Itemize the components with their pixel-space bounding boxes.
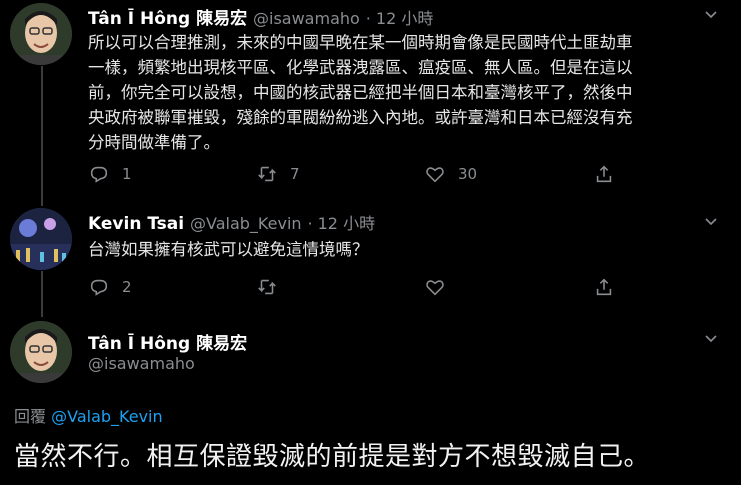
author-name[interactable]: Kevin Tsai @Valab_Kevin · 12 小時 <box>88 210 375 234</box>
chevron-down-icon[interactable] <box>703 330 719 346</box>
text-line: 台灣如果擁有核武可以避免這情境嗎？ <box>88 240 369 259</box>
display-name[interactable]: Kevin Tsai <box>88 214 184 234</box>
author-handle[interactable]: @Valab_Kevin <box>190 214 302 233</box>
reply-icon <box>90 279 108 296</box>
like-button[interactable] <box>424 275 458 299</box>
retweet-button[interactable]: 7 <box>256 162 300 186</box>
tweet-actions: 2 <box>88 275 648 299</box>
avatar[interactable] <box>10 3 72 65</box>
text-line: 前，你完全可以設想，中國的核武器已經把半個日本和臺灣核平了，然後中 <box>88 83 633 102</box>
share-button[interactable] <box>593 162 615 186</box>
reply-icon <box>90 166 108 183</box>
text-line: 所以可以合理推測，未來的中國早晚在某一個時期會像是民國時代土匪劫車 <box>88 33 633 52</box>
author-handle[interactable]: @isawamaho <box>88 354 195 373</box>
author-name[interactable]: Tân Ī Hông 陳易宏 <box>88 329 247 354</box>
reply-button[interactable]: 2 <box>88 275 132 299</box>
text-line: 央政府被聯軍摧毀，殘餘的軍閥紛紛逃入內地。或許臺灣和日本已經沒有充 <box>88 108 633 127</box>
text-line: 一樣，頻繁地出現核平區、化學武器洩露區、瘟疫區、無人區。但是在這以 <box>88 58 633 77</box>
tweet-text: 所以可以合理推測，未來的中國早晚在某一個時期會像是民國時代土匪劫車 一樣，頻繁地… <box>88 30 713 155</box>
author-handle[interactable]: @isawamaho <box>253 9 360 28</box>
reply-count: 2 <box>122 278 132 296</box>
reply-label: 回覆 <box>14 407 47 426</box>
chevron-down-icon[interactable] <box>703 213 719 229</box>
chevron-down-icon[interactable] <box>703 6 719 22</box>
share-icon <box>596 278 612 296</box>
retweet-button[interactable] <box>256 275 290 299</box>
replying-to: 回覆 @Valab_Kevin <box>14 403 163 427</box>
reply-button[interactable]: 1 <box>88 162 132 186</box>
share-icon <box>596 165 612 183</box>
avatar[interactable] <box>10 321 72 383</box>
retweet-icon <box>258 279 276 295</box>
like-count: 30 <box>458 165 478 183</box>
tweet-text: 台灣如果擁有核武可以避免這情境嗎？ <box>88 237 713 262</box>
like-icon <box>426 167 444 183</box>
tweet-2[interactable]: Kevin Tsai @Valab_Kevin · 12 小時 台灣如果擁有核武… <box>0 203 741 308</box>
main-tweet-text: 當然不行。相互保證毀滅的前提是對方不想毀滅自己。 <box>14 442 651 472</box>
text-line: 分時間做準備了。 <box>88 133 220 152</box>
timestamp[interactable]: · 12 小時 <box>307 214 375 233</box>
display-name[interactable]: Tân Ī Hông 陳易宏 <box>88 9 247 29</box>
reply-target-link[interactable]: @Valab_Kevin <box>51 407 163 426</box>
retweet-count: 7 <box>290 165 300 183</box>
reply-count: 1 <box>122 165 132 183</box>
timestamp[interactable]: · 12 小時 <box>366 9 434 28</box>
avatar[interactable] <box>10 208 72 270</box>
retweet-icon <box>258 166 276 182</box>
tweet-actions: 1 7 30 <box>88 162 648 186</box>
share-button[interactable] <box>593 275 615 299</box>
like-button[interactable]: 30 <box>424 162 477 186</box>
like-icon <box>426 280 444 296</box>
tweet-1[interactable]: Tân Ī Hông 陳易宏 @isawamaho · 12 小時 所以可以合理… <box>0 0 741 200</box>
author-name[interactable]: Tân Ī Hông 陳易宏 @isawamaho · 12 小時 <box>88 4 433 29</box>
